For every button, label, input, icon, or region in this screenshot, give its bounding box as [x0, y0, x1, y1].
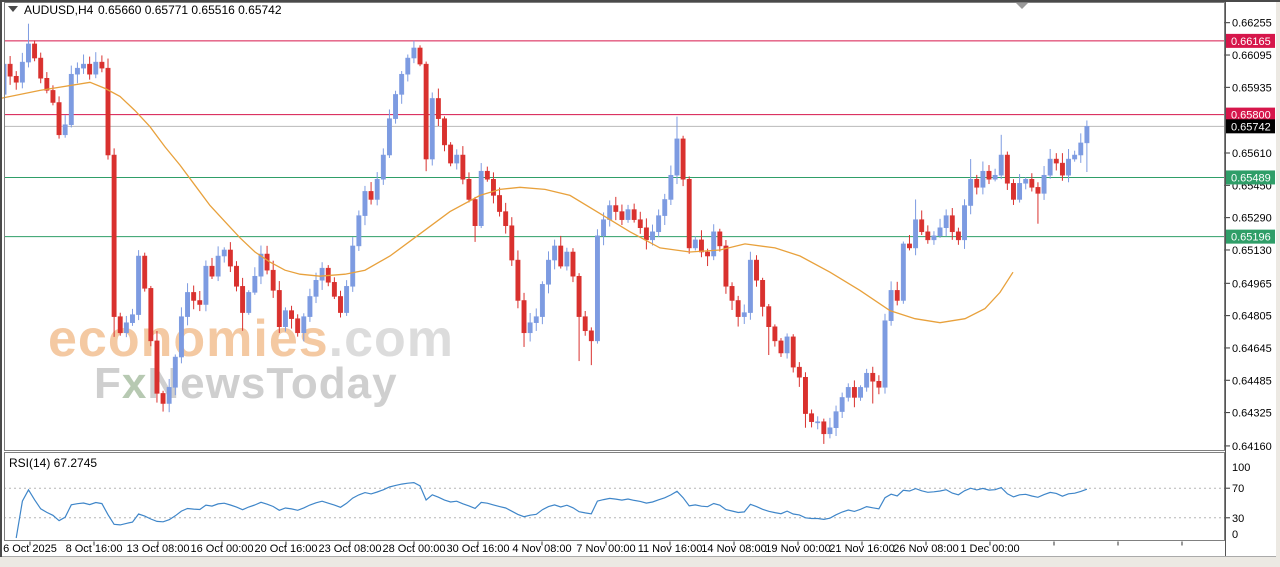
time-tick-label: 8 Oct 16:00: [66, 543, 123, 555]
time-tick-label: 30 Oct 16:00: [447, 543, 510, 555]
rsi-scale-label: 100: [1232, 462, 1250, 474]
current-price-badge-label: 0.65742: [1231, 121, 1271, 133]
time-tick-label: 21 Nov 16:00: [829, 543, 894, 555]
time-tick-label: 14 Nov 08:00: [701, 543, 766, 555]
symbol-info: AUDUSD,H4: [24, 3, 94, 17]
time-tick-label: 28 Oct 00:00: [383, 543, 446, 555]
window-bottom-strip: [0, 557, 1280, 567]
rsi-pane-border: [5, 453, 1225, 541]
main-chart-pane[interactable]: AUDUSD,H4 0.65660 0.65771 0.65516 0.6574…: [0, 3, 1225, 451]
price-tick-label: 0.64485: [1232, 375, 1272, 387]
price-tick-label: 0.65290: [1232, 213, 1272, 225]
rsi-label: RSI(14) 67.2745: [9, 456, 97, 470]
time-axis[interactable]: 6 Oct 2025 8 Oct 16:00 13 Oct 08:0016 Oct …: [3, 542, 1182, 556]
price-tick-label: 0.66255: [1232, 18, 1272, 30]
time-tick-label: 13 Oct 08:00: [127, 543, 190, 555]
price-tick-label: 0.64325: [1232, 408, 1272, 420]
chart-window: economies.com FxNewsToday AUDUSD,H4 0.65…: [0, 0, 1280, 567]
level-price-badge-1-label: 0.66165: [1231, 36, 1271, 48]
price-tick-label: 0.64805: [1232, 311, 1272, 323]
time-tick-label: 16 Oct 00:00: [191, 543, 254, 555]
time-tick-label: 11 Nov 16:00: [638, 543, 703, 555]
price-tick-label: 0.66095: [1232, 50, 1272, 62]
time-tick-label: 4 Nov 08:00: [512, 543, 571, 555]
rsi-scale-label: 0: [1232, 529, 1238, 541]
price-axis[interactable]: 0.662550.660950.659350.656100.654500.652…: [1225, 18, 1276, 541]
time-tick-label: 19 Nov 00:00: [765, 543, 830, 555]
time-tick-label: 1 Dec 00:00: [960, 543, 1019, 555]
main-chart-canvas[interactable]: [4, 3, 1224, 450]
ohlc-info: 0.65660 0.65771 0.65516 0.65742: [98, 3, 282, 17]
price-tick-label: 0.65130: [1232, 245, 1272, 257]
price-tick-label: 0.65935: [1232, 82, 1272, 94]
rsi-pane[interactable]: RSI(14) 67.2745: [4, 453, 1225, 541]
price-tick-label: 0.64645: [1232, 343, 1272, 355]
level-price-badge-4-label: 0.65196: [1231, 232, 1271, 244]
rsi-scale-label: 30: [1232, 513, 1244, 525]
level-price-badge-3-label: 0.65489: [1231, 172, 1271, 184]
window-left-border: [0, 0, 2, 557]
time-tick-label: 26 Nov 08:00: [893, 543, 958, 555]
window-right-strip: [1276, 0, 1280, 567]
time-tick-label: 20 Oct 16:00: [255, 543, 318, 555]
time-tick-label: 7 Nov 00:00: [576, 543, 635, 555]
rsi-scale-label: 70: [1232, 483, 1244, 495]
price-tick-label: 0.64160: [1232, 441, 1272, 453]
window-top-border: [0, 0, 1280, 2]
time-tick-label: 23 Oct 08:00: [319, 543, 382, 555]
price-tick-label: 0.64965: [1232, 278, 1272, 290]
price-tick-label: 0.65610: [1232, 148, 1272, 160]
time-tick-label: 6 Oct 2025: [3, 543, 57, 555]
rsi-line: [16, 483, 1087, 538]
